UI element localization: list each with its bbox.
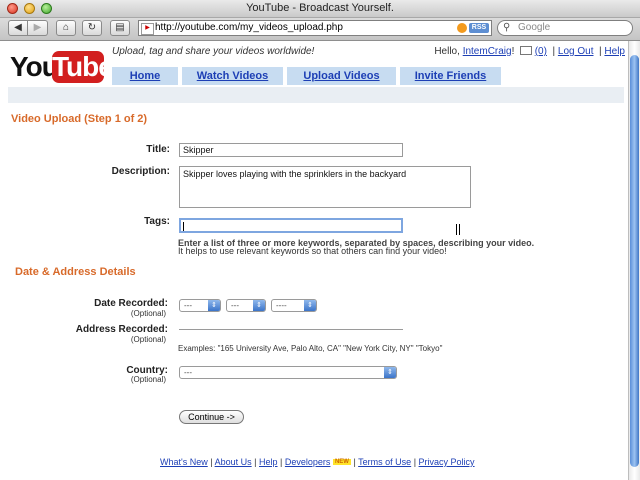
date-day-select[interactable]: --- ⇕ <box>226 299 266 312</box>
reload-icon: ↻ <box>87 22 97 33</box>
rss-badge[interactable]: RSS <box>469 23 489 33</box>
address-recorded-label: Address Recorded: <box>75 324 168 335</box>
reload-button[interactable]: ↻ <box>82 20 102 36</box>
select-arrows-icon: ⇕ <box>253 300 265 311</box>
help-link[interactable]: Help <box>604 46 625 57</box>
year-value: ---- <box>276 301 287 310</box>
upload-section-title: Video Upload (Step 1 of 2) <box>11 113 148 125</box>
print-icon: ▤ <box>115 22 125 33</box>
tagline: Upload, tag and share your videos worldw… <box>112 46 315 57</box>
date-recorded-label: Date Recorded: <box>94 298 168 309</box>
country-optional-note: (Optional) <box>130 375 166 384</box>
back-arrow-icon: ◀ <box>14 22 22 33</box>
url-text: http://youtube.com/my_videos_upload.php <box>155 22 343 33</box>
back-button[interactable]: ◀ <box>8 20 28 36</box>
user-nav: Hello, IntemCraig! (0) | Log Out | Help <box>434 46 625 57</box>
description-label: Description: <box>111 166 170 177</box>
search-field[interactable]: ⚲ Google <box>497 20 633 36</box>
logout-link[interactable]: Log Out <box>558 46 594 57</box>
logo-you-text: You <box>10 51 59 82</box>
forward-arrow-icon: ▶ <box>33 22 42 33</box>
search-placeholder: Google <box>518 22 551 33</box>
browser-toolbar: ◀ ▶ ⌂ ↻ ▤ ▶ http://youtube.com/my_videos… <box>0 18 640 41</box>
day-value: --- <box>231 301 239 310</box>
address-examples: Examples: "165 University Ave, Palo Alto… <box>178 344 443 353</box>
ibeam-cursor-icon <box>456 224 460 235</box>
tags-label: Tags: <box>144 216 170 227</box>
month-value: --- <box>184 301 192 310</box>
date-optional-note: (Optional) <box>130 309 166 318</box>
description-textarea[interactable]: Skipper loves playing with the sprinkler… <box>179 166 471 208</box>
tab-upload-videos[interactable]: Upload Videos <box>287 67 396 85</box>
username-link[interactable]: IntemCraig <box>463 46 512 57</box>
window-title: YouTube - Broadcast Yourself. <box>246 2 394 14</box>
footer-privacy-link[interactable]: Privacy Policy <box>419 457 475 467</box>
scrollbar-thumb[interactable] <box>630 55 639 467</box>
select-arrows-icon: ⇕ <box>384 367 396 378</box>
favicon-icon: ▶ <box>141 23 154 35</box>
address-input[interactable] <box>179 329 403 330</box>
date-address-section-title: Date & Address Details <box>15 266 136 278</box>
youtube-logo[interactable]: You Tube <box>10 49 114 85</box>
footer-links: What's New | About Us | Help | Developer… <box>160 457 475 467</box>
search-icon: ⚲ <box>503 22 511 33</box>
tab-watch-videos[interactable]: Watch Videos <box>182 67 283 85</box>
web-page: You Tube Upload, tag and share your vide… <box>0 41 627 480</box>
footer-terms-link[interactable]: Terms of Use <box>358 457 411 467</box>
window-titlebar: YouTube - Broadcast Yourself. <box>0 0 640 18</box>
date-year-select[interactable]: ---- ⇕ <box>271 299 317 312</box>
logo-tube-text: Tube <box>52 51 114 83</box>
title-label: Title: <box>146 144 170 155</box>
rss-feed-icon[interactable] <box>457 23 467 33</box>
address-bar[interactable]: ▶ http://youtube.com/my_videos_upload.ph… <box>138 20 492 36</box>
text-caret <box>183 222 184 231</box>
tags-input[interactable] <box>179 218 403 233</box>
footer-whats-new-link[interactable]: What's New <box>160 457 208 467</box>
address-optional-note: (Optional) <box>130 335 166 344</box>
home-icon: ⌂ <box>62 22 70 33</box>
select-arrows-icon: ⇕ <box>304 300 316 311</box>
footer-help-link[interactable]: Help <box>259 457 278 467</box>
print-button[interactable]: ▤ <box>110 20 130 36</box>
country-select[interactable]: --- ⇕ <box>179 366 397 379</box>
home-button[interactable]: ⌂ <box>56 20 76 36</box>
mail-count-link[interactable]: (0) <box>535 46 547 57</box>
page-scrollbar[interactable] <box>628 41 640 480</box>
mail-icon[interactable] <box>519 46 532 55</box>
forward-button[interactable]: ▶ <box>28 20 48 36</box>
continue-button[interactable]: Continue -> <box>179 410 244 424</box>
select-arrows-icon: ⇕ <box>208 300 220 311</box>
hello-text: Hello, <box>434 46 463 57</box>
footer-developers-link[interactable]: Developers <box>285 457 331 467</box>
date-month-select[interactable]: --- ⇕ <box>179 299 221 312</box>
new-badge: NEW <box>332 459 351 465</box>
title-input[interactable]: Skipper <box>179 143 403 157</box>
sub-nav-bar <box>8 87 624 103</box>
country-value: --- <box>184 368 192 377</box>
footer-about-us-link[interactable]: About Us <box>215 457 252 467</box>
tags-hint-secondary: It helps to use relevant keywords so tha… <box>178 246 447 256</box>
tab-home[interactable]: Home <box>112 67 178 85</box>
tab-invite-friends[interactable]: Invite Friends <box>400 67 501 85</box>
